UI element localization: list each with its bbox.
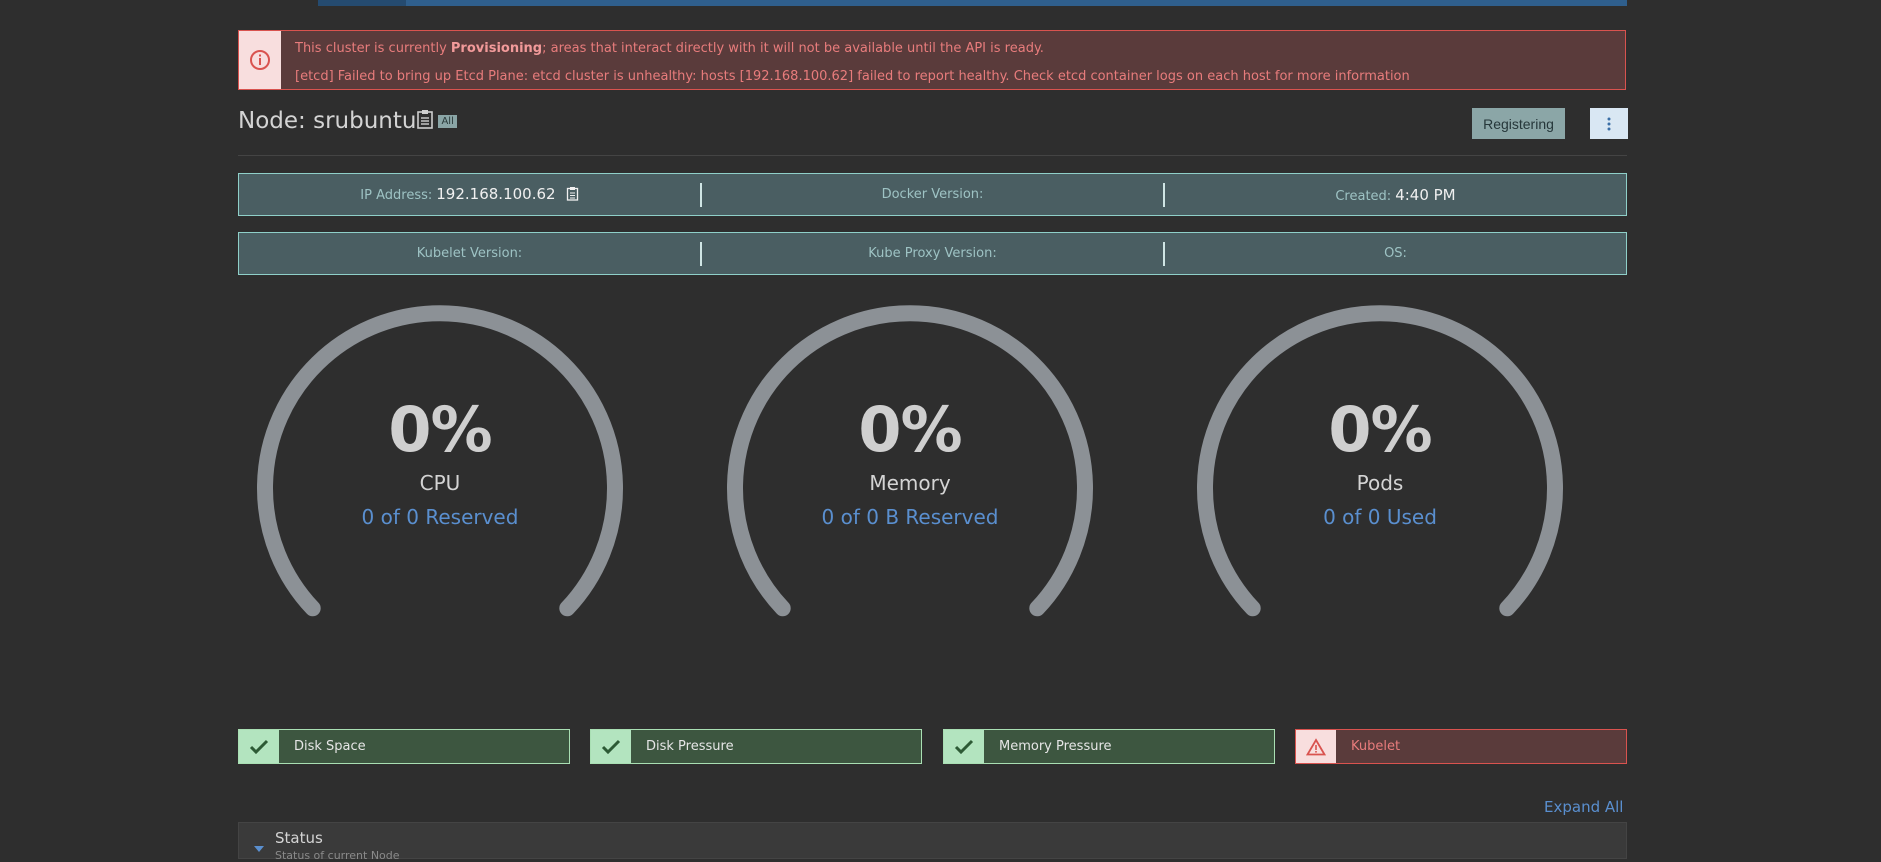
cpu-gauge: 0% CPU 0 of 0 Reserved: [250, 305, 630, 635]
docker-version-cell: Docker Version:: [881, 187, 984, 202]
kubelet-version-cell: Kubelet Version:: [416, 246, 523, 261]
checkmark-icon: [239, 730, 279, 763]
os-cell: OS:: [1384, 246, 1407, 261]
status-panel[interactable]: Status Status of current Node: [238, 822, 1627, 862]
more-actions-button[interactable]: [1590, 108, 1628, 139]
info-box-secondary: Kubelet Version: Kube Proxy Version: OS:: [238, 232, 1627, 275]
condition-label: Kubelet: [1351, 739, 1401, 754]
kube-proxy-version-cell: Kube Proxy Version:: [868, 246, 997, 261]
condition-disk-pressure: Disk Pressure: [590, 729, 922, 764]
gauge-label: Pods: [1356, 471, 1404, 495]
state-button[interactable]: Registering: [1472, 108, 1565, 139]
info-circle-icon: [239, 31, 281, 89]
condition-memory-pressure: Memory Pressure: [943, 729, 1275, 764]
created-cell: Created: 4:40 PM: [1335, 185, 1456, 204]
status-panel-subtitle: Status of current Node: [275, 849, 400, 862]
provisioning-banner: This cluster is currently Provisioning; …: [238, 30, 1626, 90]
gauge-label: CPU: [419, 471, 461, 495]
top-progress-bar: [318, 0, 1627, 6]
vertical-ellipsis-icon: [1607, 117, 1611, 130]
checkmark-icon: [591, 730, 631, 763]
status-panel-title: Status: [275, 829, 323, 847]
banner-message: This cluster is currently Provisioning; …: [295, 41, 1044, 56]
condition-label: Memory Pressure: [999, 739, 1112, 754]
chevron-down-icon[interactable]: [253, 838, 265, 857]
condition-label: Disk Space: [294, 739, 366, 754]
gauge-percent: 0%: [1328, 393, 1432, 466]
ip-address-cell: IP Address: 192.168.100.62: [239, 185, 700, 205]
gauge-detail: 0 of 0 Reserved: [361, 505, 519, 529]
header-divider: [238, 155, 1627, 156]
expand-all-link[interactable]: Expand All: [1544, 798, 1623, 816]
warning-triangle-icon: [1296, 730, 1336, 763]
banner-state: Provisioning: [450, 41, 543, 56]
gauge-detail: 0 of 0 Used: [1323, 505, 1437, 529]
memory-gauge: 0% Memory 0 of 0 B Reserved: [720, 305, 1100, 635]
ip-address-value: 192.168.100.62: [436, 184, 556, 203]
page-title: Node: srubuntu All: [238, 108, 457, 135]
badge-all: All: [438, 115, 457, 128]
banner-error: [etcd] Failed to bring up Etcd Plane: et…: [295, 69, 1410, 84]
info-box-primary: IP Address: 192.168.100.62 Docker Version…: [238, 173, 1627, 216]
gauge-percent: 0%: [858, 393, 962, 466]
condition-disk-space: Disk Space: [238, 729, 570, 764]
gauge-detail: 0 of 0 B Reserved: [821, 505, 999, 529]
pods-gauge: 0% Pods 0 of 0 Used: [1190, 305, 1570, 635]
created-value: 4:40 PM: [1395, 185, 1456, 204]
condition-kubelet: Kubelet: [1295, 729, 1627, 764]
gauge-percent: 0%: [388, 393, 492, 466]
condition-label: Disk Pressure: [646, 739, 734, 754]
gauge-label: Memory: [869, 471, 951, 495]
checkmark-icon: [944, 730, 984, 763]
clipboard-icon[interactable]: [566, 186, 579, 205]
clipboard-icon[interactable]: [416, 109, 434, 135]
